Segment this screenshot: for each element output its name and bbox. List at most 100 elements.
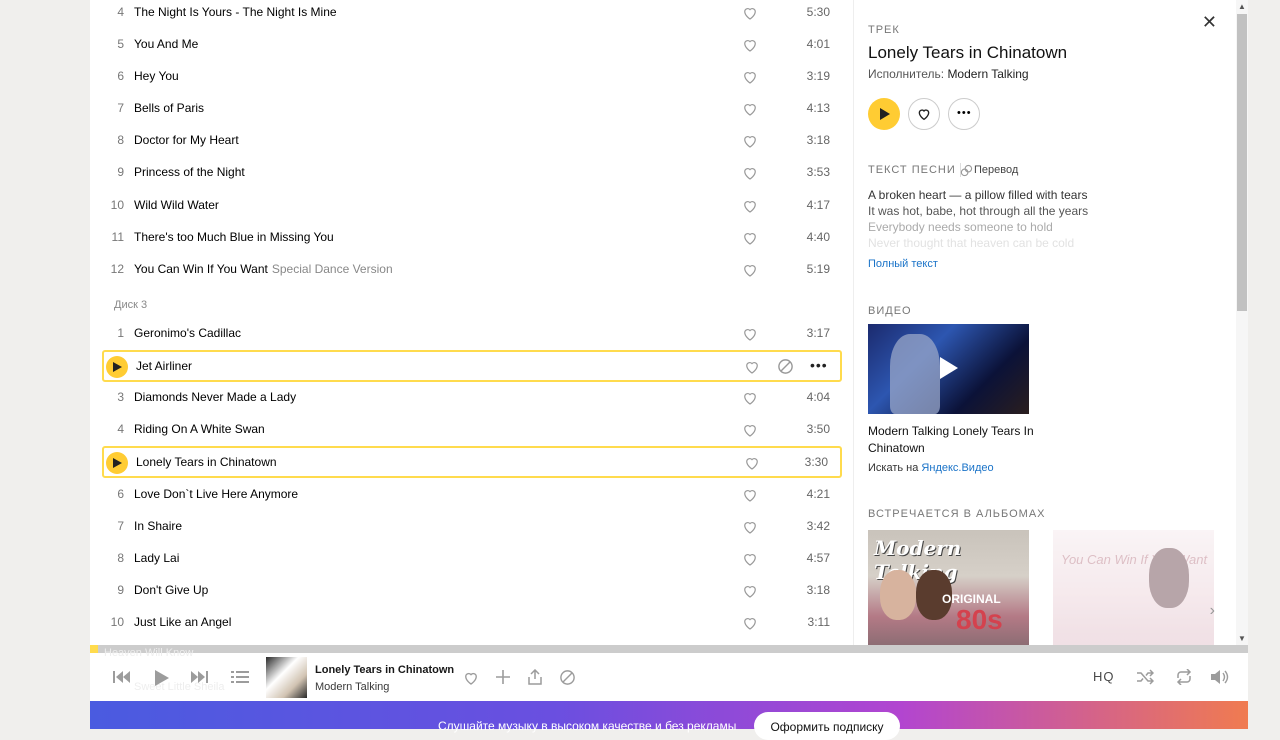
next-icon[interactable] xyxy=(189,669,209,685)
heart-icon[interactable] xyxy=(741,261,759,279)
artist-prefix: Исполнитель: xyxy=(868,67,945,81)
play-icon[interactable] xyxy=(106,356,128,378)
share-icon[interactable] xyxy=(527,669,543,685)
album-cover[interactable]: You Can Win If You Want xyxy=(1053,530,1214,645)
track-row[interactable]: 5 You And Me 4:01 xyxy=(102,29,842,61)
track-row[interactable]: 11 There's too Much Blue in Missing You … xyxy=(102,222,842,254)
track-row[interactable]: 6 Love Don`t Live Here Anymore 4:21 xyxy=(102,479,842,511)
play-icon[interactable] xyxy=(106,452,128,474)
heart-icon[interactable] xyxy=(741,36,759,54)
heart-icon[interactable] xyxy=(741,550,759,568)
track-version: Special Dance Version xyxy=(271,262,393,276)
play-icon xyxy=(940,357,958,379)
now-playing-artist[interactable]: Modern Talking xyxy=(315,681,389,693)
volume-icon[interactable] xyxy=(1210,669,1230,685)
track-row[interactable]: 10 Just Like an Angel 3:11 xyxy=(102,607,842,639)
scrollbar-thumb[interactable] xyxy=(1237,14,1247,311)
track-row[interactable]: 4 Riding On A White Swan 3:50 xyxy=(102,414,842,446)
chevron-right-icon[interactable]: › xyxy=(1210,602,1215,620)
heart-icon[interactable] xyxy=(741,197,759,215)
track-row[interactable]: 4 The Night Is Yours - The Night Is Mine… xyxy=(102,0,842,29)
repeat-icon[interactable] xyxy=(1175,669,1193,685)
track-duration: 3:42 xyxy=(806,519,830,533)
track-title: Wild Wild Water xyxy=(134,198,219,212)
heart-icon[interactable] xyxy=(741,325,759,343)
block-icon[interactable] xyxy=(559,669,576,686)
add-icon[interactable] xyxy=(495,669,511,685)
previous-icon[interactable] xyxy=(112,669,132,685)
heart-icon[interactable] xyxy=(741,4,759,22)
heart-icon[interactable] xyxy=(741,518,759,536)
shuffle-icon[interactable] xyxy=(1136,669,1154,685)
track-number: 4 xyxy=(117,5,124,19)
album-cover-sub: 80s xyxy=(956,604,1003,635)
track-number: 9 xyxy=(117,583,124,597)
track-row[interactable]: 8 Lady Lai 4:57 xyxy=(102,543,842,575)
player-bar: Heaven Will Know Sweet Little Sheila Lon… xyxy=(90,647,1248,701)
album-cover[interactable]: Modern Talking ORIGINAL 80s xyxy=(868,530,1029,645)
now-playing-title[interactable]: Lonely Tears in Chinatown xyxy=(315,664,454,676)
close-icon[interactable]: ✕ xyxy=(1202,12,1217,33)
page: 4 The Night Is Yours - The Night Is Mine… xyxy=(90,0,1248,740)
progress-fill xyxy=(90,645,99,653)
heart-icon[interactable] xyxy=(743,454,761,472)
play-icon[interactable] xyxy=(154,669,170,687)
heart-icon[interactable] xyxy=(741,614,759,632)
scroll-up-icon[interactable]: ▲ xyxy=(1238,2,1246,11)
quality-toggle[interactable]: HQ xyxy=(1093,669,1115,684)
panel-track-title[interactable]: Lonely Tears in Chinatown xyxy=(868,43,1067,63)
now-playing-cover[interactable] xyxy=(266,657,307,698)
artist-link[interactable]: Modern Talking xyxy=(947,67,1028,81)
track-row[interactable]: 6 Hey You 3:19 xyxy=(102,61,842,93)
video-search-link[interactable]: Яндекс.Видео xyxy=(921,462,993,474)
scroll-down-icon[interactable]: ▼ xyxy=(1238,634,1246,643)
heart-icon[interactable] xyxy=(741,582,759,600)
track-row[interactable]: 9 Princess of the Night 3:53 xyxy=(102,157,842,189)
track-row[interactable]: 10 Wild Wild Water 4:17 xyxy=(102,190,842,222)
track-row[interactable]: 12 You Can Win If You Want Special Dance … xyxy=(102,254,842,286)
heart-icon[interactable] xyxy=(741,132,759,150)
heart-icon[interactable] xyxy=(741,421,759,439)
subscribe-button[interactable]: Оформить подписку xyxy=(754,712,900,740)
track-duration: 5:30 xyxy=(806,5,830,19)
play-button[interactable] xyxy=(868,98,900,130)
heart-icon[interactable] xyxy=(741,68,759,86)
heart-icon[interactable] xyxy=(741,389,759,407)
heart-icon[interactable] xyxy=(462,669,480,687)
track-duration: 4:21 xyxy=(806,487,830,501)
track-row[interactable]: 3 Diamonds Never Made a Lady 4:04 xyxy=(102,382,842,414)
more-button[interactable]: ••• xyxy=(948,98,980,130)
heart-icon[interactable] xyxy=(741,164,759,182)
album-cover-art xyxy=(880,570,916,620)
heart-icon[interactable] xyxy=(741,229,759,247)
full-lyrics-link[interactable]: Полный текст xyxy=(868,258,938,270)
block-icon[interactable] xyxy=(777,358,794,375)
track-row[interactable]: 8 Doctor for My Heart 3:18 xyxy=(102,125,842,157)
heart-icon[interactable] xyxy=(743,358,761,376)
heart-icon[interactable] xyxy=(741,486,759,504)
track-number: 8 xyxy=(117,551,124,565)
track-duration: 4:17 xyxy=(806,198,830,212)
track-duration: 3:17 xyxy=(806,326,830,340)
playback-progress[interactable] xyxy=(90,645,1248,653)
track-row-hovered[interactable]: Jet Airliner ••• xyxy=(102,350,842,382)
track-row-current[interactable]: Lonely Tears in Chinatown 3:30 xyxy=(102,446,842,478)
queue-icon[interactable] xyxy=(231,669,249,685)
track-number: 3 xyxy=(117,390,124,404)
track-duration: 4:57 xyxy=(806,551,830,565)
track-row[interactable]: 9 Don't Give Up 3:18 xyxy=(102,575,842,607)
track-duration: 4:01 xyxy=(806,37,830,51)
track-row[interactable]: 1 Geronimo's Cadillac 3:17 xyxy=(102,318,842,350)
like-button[interactable] xyxy=(908,98,940,130)
translation-toggle[interactable]: Перевод xyxy=(974,164,1018,176)
heart-icon[interactable] xyxy=(741,100,759,118)
subscription-banner: Слушайте музыку в высоком качестве и без… xyxy=(90,701,1248,740)
track-row[interactable]: 7 Bells of Paris 4:13 xyxy=(102,93,842,125)
track-row[interactable]: 7 In Shaire 3:42 xyxy=(102,511,842,543)
video-thumbnail[interactable] xyxy=(868,324,1029,414)
more-icon[interactable]: ••• xyxy=(810,357,828,373)
video-search: Искать на Яндекс.Видео xyxy=(868,462,994,474)
scrollbar[interactable]: ▲ ▼ xyxy=(1236,0,1248,645)
video-title[interactable]: Modern Talking Lonely Tears In Chinatown xyxy=(868,423,1038,457)
track-title: You And Me xyxy=(134,37,199,51)
